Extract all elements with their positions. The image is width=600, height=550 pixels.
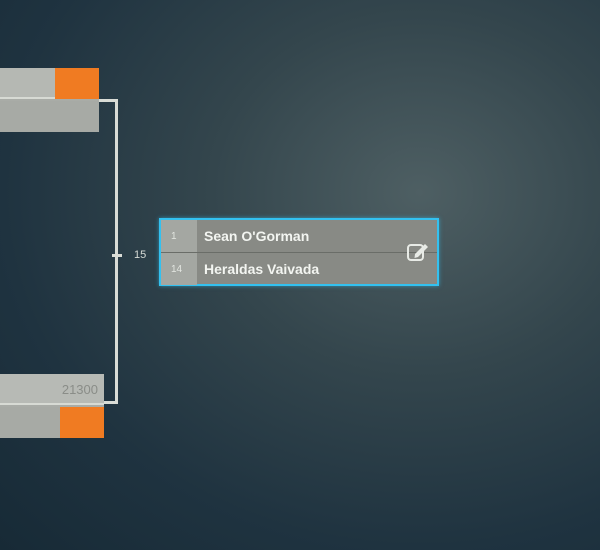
round-tick — [112, 254, 122, 257]
upper-feeder-match[interactable] — [0, 68, 99, 132]
lower-feeder-score-badge — [60, 407, 104, 438]
lower-connector — [104, 401, 118, 404]
match-player1-row[interactable]: 1 Sean O'Gorman — [161, 220, 437, 253]
match-card[interactable]: 1 Sean O'Gorman 14 Heraldas Vaivada — [159, 218, 439, 286]
round-number: 15 — [134, 249, 147, 261]
lower-feeder-match[interactable]: 21300 — [0, 374, 104, 438]
edit-icon — [407, 244, 428, 261]
match-player2-row[interactable]: 14 Heraldas Vaivada — [161, 253, 437, 285]
upper-feeder-score-badge — [55, 68, 99, 99]
player1-name: Sean O'Gorman — [204, 228, 310, 244]
player2-seed: 14 — [161, 253, 197, 285]
player1-seed: 1 — [161, 220, 197, 252]
lower-feeder-score: 21300 — [61, 382, 98, 397]
vertical-connector — [115, 99, 118, 404]
upper-feeder-bottom-row — [0, 101, 99, 132]
player2-name: Heraldas Vaivada — [204, 261, 320, 277]
edit-match-button[interactable] — [405, 239, 431, 265]
